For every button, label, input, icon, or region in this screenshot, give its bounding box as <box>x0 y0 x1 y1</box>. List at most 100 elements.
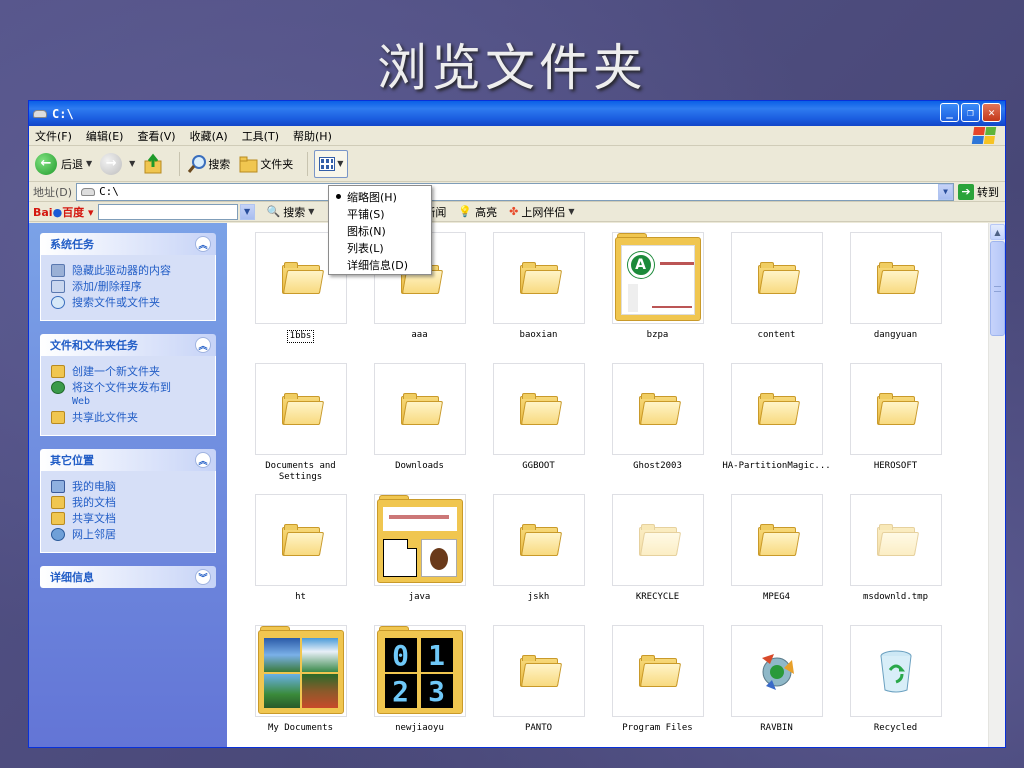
scroll-up-icon[interactable]: ▲ <box>990 224 1005 240</box>
file-item[interactable]: Abzpa <box>598 232 717 363</box>
file-item[interactable]: RAVBIN <box>717 625 836 747</box>
file-thumbnail[interactable] <box>373 494 466 586</box>
file-thumbnail[interactable] <box>849 363 942 455</box>
details-header[interactable]: 详细信息 ︾ <box>40 566 216 588</box>
file-thumbnail[interactable] <box>730 494 823 586</box>
task-share-folder[interactable]: 共享此文件夹 <box>51 411 205 424</box>
file-item[interactable]: Recycled <box>836 625 955 747</box>
task-new-folder[interactable]: 创建一个新文件夹 <box>51 365 205 378</box>
file-item[interactable]: MPEG4 <box>717 494 836 625</box>
up-folder-button[interactable] <box>143 153 165 175</box>
search-button[interactable]: 搜索 <box>186 153 230 175</box>
file-item[interactable]: My Documents <box>241 625 360 747</box>
file-item[interactable]: dangyuan <box>836 232 955 363</box>
file-thumbnail[interactable] <box>849 494 942 586</box>
system-tasks-title: 系统任务 <box>50 238 94 251</box>
file-thumbnail[interactable]: A <box>611 232 704 324</box>
task-search[interactable]: 搜索文件或文件夹 <box>51 296 205 309</box>
file-item[interactable]: ht <box>241 494 360 625</box>
file-item[interactable]: GGBOOT <box>479 363 598 494</box>
folders-button[interactable]: 文件夹 <box>238 154 293 174</box>
task-hide-drive[interactable]: 隐藏此驱动器的内容 <box>51 264 205 277</box>
address-dropdown-icon[interactable]: ▼ <box>938 183 953 200</box>
forward-dropdown-icon[interactable]: ▼ <box>129 159 135 168</box>
menu-file[interactable]: 文件(F) <box>35 128 72 144</box>
view-icons-item[interactable]: 图标(N) <box>329 222 431 239</box>
file-thumbnail[interactable] <box>730 363 823 455</box>
expand-icon[interactable]: ︾ <box>195 569 211 585</box>
file-item[interactable]: Documents and Settings <box>241 363 360 494</box>
file-item[interactable]: HA-PartitionMagic... <box>717 363 836 494</box>
file-item[interactable]: PANTO <box>479 625 598 747</box>
file-item[interactable]: msdownld.tmp <box>836 494 955 625</box>
other-places-header[interactable]: 其它位置 ︽ <box>40 449 216 471</box>
file-item[interactable]: jskh <box>479 494 598 625</box>
collapse-icon[interactable]: ︽ <box>195 337 211 353</box>
go-button[interactable]: ➔ 转到 <box>958 183 999 200</box>
close-button[interactable]: ✕ <box>982 103 1001 122</box>
file-name-label: Documents and Settings <box>265 461 336 482</box>
menu-tools[interactable]: 工具(T) <box>242 128 279 144</box>
task-publish-web[interactable]: 将这个文件夹发布到 Web <box>51 381 205 408</box>
view-thumbnails-item[interactable]: 缩略图(H) <box>329 188 431 205</box>
back-dropdown-icon[interactable]: ▼ <box>86 159 92 168</box>
file-thumbnail[interactable] <box>730 232 823 324</box>
system-tasks-header[interactable]: 系统任务 ︽ <box>40 233 216 255</box>
menu-favorites[interactable]: 收藏(A) <box>190 128 228 144</box>
file-item[interactable]: java <box>360 494 479 625</box>
scroll-thumb[interactable] <box>990 241 1005 336</box>
vertical-scrollbar[interactable]: ▲ <box>988 223 1005 747</box>
file-thumbnail[interactable]: 0123 <box>373 625 466 717</box>
place-network[interactable]: 网上邻居 <box>51 528 205 541</box>
task-add-remove[interactable]: 添加/删除程序 <box>51 280 205 293</box>
file-item[interactable]: HEROSOFT <box>836 363 955 494</box>
back-button[interactable]: ← 后退 ▼ <box>35 152 92 175</box>
baidu-partner-button[interactable]: ✤ 上网伴侣 ▼ <box>509 204 574 220</box>
file-thumbnail[interactable] <box>611 494 704 586</box>
collapse-icon[interactable]: ︽ <box>195 236 211 252</box>
file-thumbnail[interactable] <box>611 363 704 455</box>
baidu-logo[interactable]: Bai●百度 ▾ <box>33 204 94 220</box>
file-item[interactable]: baoxian <box>479 232 598 363</box>
title-bar[interactable]: C:\ _ ❐ ✕ <box>29 101 1005 126</box>
file-item[interactable]: Downloads <box>360 363 479 494</box>
file-item[interactable]: KRECYCLE <box>598 494 717 625</box>
file-item[interactable]: Program Files <box>598 625 717 747</box>
restore-button[interactable]: ❐ <box>961 103 980 122</box>
file-thumbnail[interactable] <box>492 494 585 586</box>
file-thumbnail[interactable] <box>254 363 347 455</box>
forward-button[interactable]: → ▼ <box>100 152 135 175</box>
baidu-search-input[interactable] <box>97 203 238 220</box>
baidu-dropdown-icon[interactable]: ▼ <box>239 203 255 220</box>
file-item[interactable]: 0 1 2 3 newjiaoyu <box>360 625 479 747</box>
view-list-item[interactable]: 列表(L) <box>329 239 431 256</box>
file-thumbnail[interactable] <box>730 625 823 717</box>
place-shared-documents[interactable]: 共享文档 <box>51 512 205 525</box>
views-button[interactable]: ▼ <box>314 149 349 178</box>
menu-help[interactable]: 帮助(H) <box>293 128 332 144</box>
file-thumbnail[interactable] <box>492 363 585 455</box>
place-my-documents[interactable]: 我的文档 <box>51 496 205 509</box>
file-thumbnail[interactable] <box>849 232 942 324</box>
file-item[interactable]: Ghost2003 <box>598 363 717 494</box>
view-tiles-item[interactable]: 平铺(S) <box>329 205 431 222</box>
baidu-search-button[interactable]: 🔍 搜索 ▼ <box>267 204 315 220</box>
file-thumbnail[interactable] <box>373 363 466 455</box>
menu-edit[interactable]: 编辑(E) <box>86 128 124 144</box>
minimize-button[interactable]: _ <box>940 103 959 122</box>
file-item[interactable]: content <box>717 232 836 363</box>
system-tasks-body: 隐藏此驱动器的内容 添加/删除程序 搜索文件或文件夹 <box>40 255 216 321</box>
view-details-item[interactable]: 详细信息(D) <box>329 256 431 273</box>
address-input[interactable]: C:\ ▼ <box>76 182 954 201</box>
file-thumbnail[interactable] <box>492 232 585 324</box>
place-my-computer[interactable]: 我的电脑 <box>51 480 205 493</box>
file-thumbnail[interactable] <box>492 625 585 717</box>
file-thumbnail[interactable] <box>611 625 704 717</box>
file-thumbnail[interactable] <box>849 625 942 717</box>
baidu-highlight-button[interactable]: 💡 高亮 <box>458 204 497 220</box>
collapse-icon[interactable]: ︽ <box>195 452 211 468</box>
file-thumbnail[interactable] <box>254 625 347 717</box>
file-thumbnail[interactable] <box>254 494 347 586</box>
file-tasks-header[interactable]: 文件和文件夹任务 ︽ <box>40 334 216 356</box>
menu-view[interactable]: 查看(V) <box>137 128 175 144</box>
